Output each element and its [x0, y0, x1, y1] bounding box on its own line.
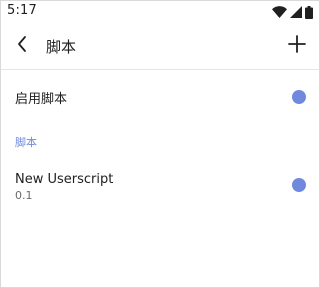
script-list-item[interactable]: New Userscript 0.1	[1, 167, 319, 207]
status-bar: 5:17	[1, 1, 319, 23]
status-time: 5:17	[7, 3, 37, 18]
enable-scripts-toggle[interactable]	[292, 90, 306, 104]
page-title: 脚本	[46, 38, 77, 56]
battery-icon	[305, 5, 313, 19]
script-version: 0.1	[15, 189, 33, 202]
plus-icon	[288, 35, 306, 57]
wifi-icon	[272, 6, 287, 18]
enable-scripts-label: 启用脚本	[15, 92, 68, 107]
app-bar-divider	[1, 69, 319, 70]
script-enabled-toggle[interactable]	[292, 178, 306, 192]
enable-scripts-row[interactable]: 启用脚本	[1, 81, 319, 113]
status-icons	[272, 5, 313, 19]
cellular-signal-icon	[290, 6, 302, 18]
add-script-button[interactable]	[285, 34, 309, 58]
back-button[interactable]	[11, 35, 33, 57]
chevron-left-icon	[16, 35, 28, 57]
screen: 5:17 脚本 启用脚本 脚本 New Userscript 0.1	[0, 0, 320, 288]
app-bar: 脚本	[1, 23, 319, 69]
script-name: New Userscript	[15, 172, 114, 187]
scripts-section-header: 脚本	[15, 136, 37, 149]
